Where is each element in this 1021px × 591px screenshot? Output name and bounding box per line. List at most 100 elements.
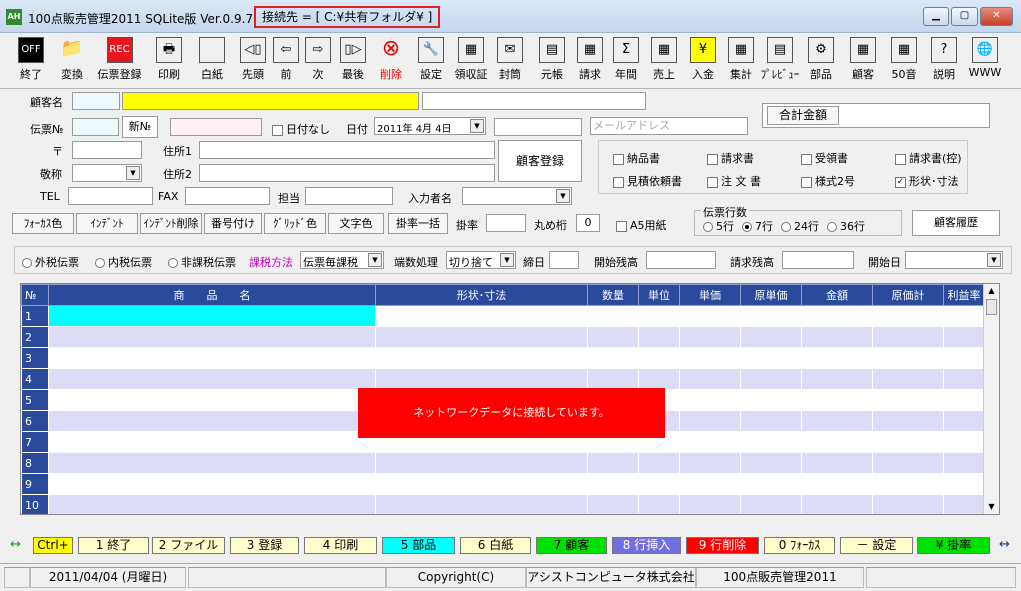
closing-day-input[interactable] <box>549 251 579 269</box>
grid-cell[interactable] <box>587 326 639 348</box>
rate-all-button[interactable]: 掛率一括 <box>388 213 448 234</box>
grid-cell[interactable] <box>638 452 680 474</box>
fax-input[interactable] <box>185 187 270 205</box>
a5-check-icon[interactable] <box>616 220 627 232</box>
fkey-button[interactable]: 0 ﾌｫｰｶｽ <box>764 537 835 554</box>
invoice-doc-check-icon[interactable] <box>707 153 718 165</box>
grid-cell[interactable] <box>801 326 873 348</box>
grid-cell[interactable] <box>587 452 639 474</box>
grid-cell[interactable] <box>375 473 588 495</box>
grid-cell[interactable] <box>638 368 680 390</box>
grid-cell[interactable] <box>740 347 802 369</box>
grid-cell[interactable] <box>679 305 741 327</box>
grid-header-cell[interactable]: 形状･寸法 <box>375 284 588 306</box>
grid-cell[interactable] <box>638 305 680 327</box>
estimate-request-checkbox[interactable]: 見積依頼書 <box>613 173 682 189</box>
address2-input[interactable] <box>199 164 495 182</box>
grid-cell[interactable] <box>587 305 639 327</box>
grid-cell[interactable] <box>375 368 588 390</box>
grid-header-cell[interactable]: № <box>21 284 49 306</box>
numbering-button[interactable]: 番号付け <box>204 213 262 234</box>
fkey-button[interactable]: 6 白紙 <box>460 537 531 554</box>
grid-header-cell[interactable]: 金額 <box>801 284 873 306</box>
grid-cell[interactable] <box>872 326 944 348</box>
grid-cell[interactable] <box>740 410 802 432</box>
fkey-button[interactable]: 4 印刷 <box>304 537 377 554</box>
grid-cell[interactable] <box>872 368 944 390</box>
grid-scrollbar[interactable]: ▲ ▼ <box>983 284 999 514</box>
rate-input[interactable] <box>486 214 526 232</box>
chevron-down-icon[interactable]: ▼ <box>126 166 140 180</box>
delivery-note-checkbox[interactable]: 納品書 <box>613 150 660 166</box>
outer-tax-radio-icon[interactable] <box>22 258 32 268</box>
grid-cell[interactable] <box>587 494 639 514</box>
format2-checkbox[interactable]: 様式2号 <box>801 173 855 189</box>
grid-cell[interactable] <box>943 431 985 453</box>
invoice-copy-checkbox[interactable]: 請求書(控) <box>895 150 962 166</box>
toolbar-convert-button[interactable]: 📁 変換 <box>53 35 91 87</box>
grid-cell[interactable] <box>872 347 944 369</box>
grid-cell[interactable] <box>375 452 588 474</box>
grid-cell[interactable] <box>48 452 376 474</box>
tel-input[interactable] <box>68 187 153 205</box>
grid-cell[interactable] <box>943 494 985 514</box>
grid-cell[interactable] <box>740 431 802 453</box>
toolbar-ledger-button[interactable]: ▤ 元帳 <box>533 35 571 87</box>
grid-cell[interactable] <box>48 473 376 495</box>
invoice-balance-input[interactable] <box>782 251 854 269</box>
start-date-select[interactable]: ▼ <box>905 251 1003 269</box>
receipt-doc-check-icon[interactable] <box>801 153 812 165</box>
round-input[interactable]: 0 <box>576 214 600 232</box>
toolbar-help-button[interactable]: ? 説明 <box>926 35 962 87</box>
grid-cell[interactable] <box>872 305 944 327</box>
grid-cell[interactable] <box>679 494 741 514</box>
toolbar-total-button[interactable]: ▦ 集計 <box>722 35 760 87</box>
order-doc-checkbox[interactable]: 注 文 書 <box>707 173 761 189</box>
grid-cell[interactable] <box>679 326 741 348</box>
format2-check-icon[interactable] <box>801 176 812 188</box>
fkey-button[interactable]: 8 行挿入 <box>612 537 681 554</box>
fkey-button[interactable]: 5 部品 <box>382 537 455 554</box>
radio-icon[interactable] <box>742 222 752 232</box>
staff-input[interactable] <box>305 187 393 205</box>
grid-cell[interactable] <box>943 347 985 369</box>
invoice-doc-checkbox[interactable]: 請求書 <box>707 150 754 166</box>
toolbar-annual-button[interactable]: Σ 年間 <box>608 35 644 87</box>
grid-cell[interactable] <box>375 347 588 369</box>
honorific-select[interactable]: ▼ <box>72 164 142 182</box>
grid-cell[interactable] <box>943 305 985 327</box>
chevron-down-icon[interactable]: ▼ <box>470 119 484 133</box>
grid-cell[interactable] <box>679 347 741 369</box>
rounding-select[interactable]: 切り捨て ▼ <box>446 251 516 269</box>
grid-cell[interactable] <box>48 389 376 411</box>
slip-lines-radio[interactable]: 5行 <box>703 220 734 233</box>
toolbar-next-button[interactable]: ⇨ 次 <box>302 35 334 87</box>
invoice-copy-check-icon[interactable] <box>895 153 906 165</box>
toolbar-delete-button[interactable]: ⊗ 削除 <box>372 35 410 87</box>
customer-name2-input[interactable] <box>422 92 646 110</box>
grid-cell[interactable] <box>48 305 376 327</box>
exempt-tax-radio-icon[interactable] <box>168 258 178 268</box>
indent-delete-button[interactable]: ｲﾝﾃﾞﾝﾄ削除 <box>140 213 202 234</box>
toolbar-customer-button[interactable]: ▦ 顧客 <box>844 35 882 87</box>
close-button[interactable]: ✕ <box>980 7 1013 26</box>
toolbar-parts-button[interactable]: ⚙ 部品 <box>802 35 840 87</box>
customer-history-button[interactable]: 顧客履歴 <box>912 210 1000 236</box>
toolbar-www-button[interactable]: 🌐 WWW <box>966 35 1004 87</box>
estimate-request-check-icon[interactable] <box>613 176 624 188</box>
grid-cell[interactable] <box>587 368 639 390</box>
toolbar-receipt-button[interactable]: ▦ 領収証 <box>451 35 491 87</box>
outer-tax-radio[interactable]: 外税伝票 <box>22 254 79 270</box>
shape-size-check-icon[interactable]: ✓ <box>895 176 906 188</box>
grid-header-cell[interactable]: 商 品 名 <box>48 284 376 306</box>
toolbar-sales-button[interactable]: ▦ 売上 <box>645 35 683 87</box>
grid-cell[interactable] <box>943 473 985 495</box>
grid-cell[interactable] <box>48 431 376 453</box>
slip-extra2-input[interactable] <box>494 118 582 136</box>
fkey-button[interactable]: 1 終了 <box>78 537 149 554</box>
fkey-button[interactable]: 7 顧客 <box>536 537 607 554</box>
chevron-down-icon[interactable]: ▼ <box>987 253 1001 267</box>
delivery-note-check-icon[interactable] <box>613 153 624 165</box>
toolbar-exit-button[interactable]: OFF 終了 <box>12 35 50 87</box>
grid-cell[interactable] <box>943 452 985 474</box>
